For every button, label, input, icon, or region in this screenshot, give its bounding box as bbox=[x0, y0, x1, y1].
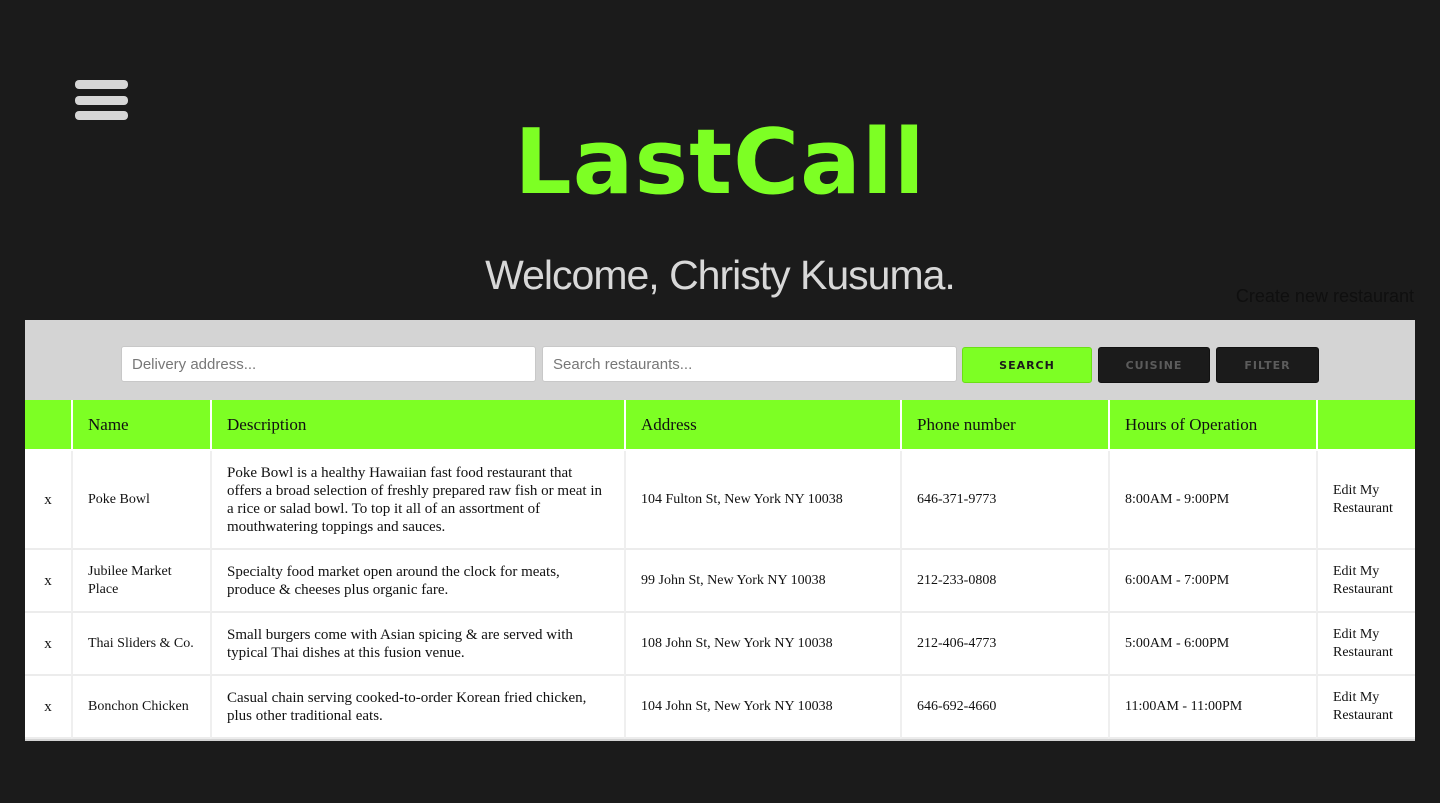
column-header-description: Description bbox=[210, 400, 624, 451]
edit-restaurant-link[interactable]: Edit My Restaurant bbox=[1316, 676, 1415, 739]
column-header-delete bbox=[25, 400, 71, 451]
column-header-phone: Phone number bbox=[900, 400, 1108, 451]
restaurant-name: Poke Bowl bbox=[71, 451, 210, 550]
welcome-message: Welcome, Christy Kusuma. bbox=[485, 252, 956, 298]
create-restaurant-link[interactable]: Create new restaurant bbox=[1236, 285, 1414, 307]
table-row: x Poke Bowl Poke Bowl is a healthy Hawai… bbox=[25, 451, 1415, 550]
edit-restaurant-link[interactable]: Edit My Restaurant bbox=[1316, 550, 1415, 613]
table-row: x Thai Sliders & Co. Small burgers come … bbox=[25, 613, 1415, 676]
column-header-name: Name bbox=[71, 400, 210, 451]
column-header-hours: Hours of Operation bbox=[1108, 400, 1316, 451]
restaurant-hours: 8:00AM - 9:00PM bbox=[1108, 451, 1316, 550]
restaurant-table: Name Description Address Phone number Ho… bbox=[25, 400, 1415, 739]
restaurant-description: Specialty food market open around the cl… bbox=[210, 550, 624, 613]
cuisine-button[interactable]: CUISINE bbox=[1098, 347, 1210, 383]
delete-restaurant-button[interactable]: x bbox=[25, 676, 71, 739]
table-row: x Jubilee Market Place Specialty food ma… bbox=[25, 550, 1415, 613]
delete-restaurant-button[interactable]: x bbox=[25, 613, 71, 676]
restaurant-address: 104 John St, New York NY 10038 bbox=[624, 676, 900, 739]
restaurant-description: Small burgers come with Asian spicing & … bbox=[210, 613, 624, 676]
restaurant-hours: 5:00AM - 6:00PM bbox=[1108, 613, 1316, 676]
restaurant-address: 99 John St, New York NY 10038 bbox=[624, 550, 900, 613]
column-header-address: Address bbox=[624, 400, 900, 451]
restaurant-phone: 212-233-0808 bbox=[900, 550, 1108, 613]
search-button[interactable]: SEARCH bbox=[962, 347, 1092, 383]
delete-restaurant-button[interactable]: x bbox=[25, 451, 71, 550]
column-header-actions bbox=[1316, 400, 1415, 451]
restaurant-phone: 646-692-4660 bbox=[900, 676, 1108, 739]
restaurant-address: 108 John St, New York NY 10038 bbox=[624, 613, 900, 676]
restaurant-description: Poke Bowl is a healthy Hawaiian fast foo… bbox=[210, 451, 624, 550]
table-header-row: Name Description Address Phone number Ho… bbox=[25, 400, 1415, 451]
restaurant-address: 104 Fulton St, New York NY 10038 bbox=[624, 451, 900, 550]
restaurant-panel: SEARCH CUISINE FILTER Name Description A… bbox=[25, 320, 1415, 741]
menu-bar-middle bbox=[75, 95, 128, 105]
restaurant-phone: 212-406-4773 bbox=[900, 613, 1108, 676]
delivery-address-input[interactable] bbox=[121, 346, 536, 382]
restaurant-name: Bonchon Chicken bbox=[71, 676, 210, 739]
edit-restaurant-link[interactable]: Edit My Restaurant bbox=[1316, 451, 1415, 550]
page: LastCall Welcome, Christy Kusuma. Create… bbox=[0, 0, 1440, 803]
restaurant-description: Casual chain serving cooked-to-order Kor… bbox=[210, 676, 624, 739]
restaurant-name: Jubilee Market Place bbox=[71, 550, 210, 613]
app-logo: LastCall bbox=[514, 110, 926, 215]
restaurant-search-input[interactable] bbox=[542, 346, 957, 382]
restaurant-phone: 646-371-9773 bbox=[900, 451, 1108, 550]
menu-bar-top bbox=[75, 80, 128, 89]
search-bar: SEARCH CUISINE FILTER bbox=[25, 320, 1415, 400]
edit-restaurant-link[interactable]: Edit My Restaurant bbox=[1316, 613, 1415, 676]
restaurant-name: Thai Sliders & Co. bbox=[71, 613, 210, 676]
delete-restaurant-button[interactable]: x bbox=[25, 550, 71, 613]
filter-button[interactable]: FILTER bbox=[1216, 347, 1319, 383]
restaurant-hours: 6:00AM - 7:00PM bbox=[1108, 550, 1316, 613]
table-row: x Bonchon Chicken Casual chain serving c… bbox=[25, 676, 1415, 739]
restaurant-hours: 11:00AM - 11:00PM bbox=[1108, 676, 1316, 739]
